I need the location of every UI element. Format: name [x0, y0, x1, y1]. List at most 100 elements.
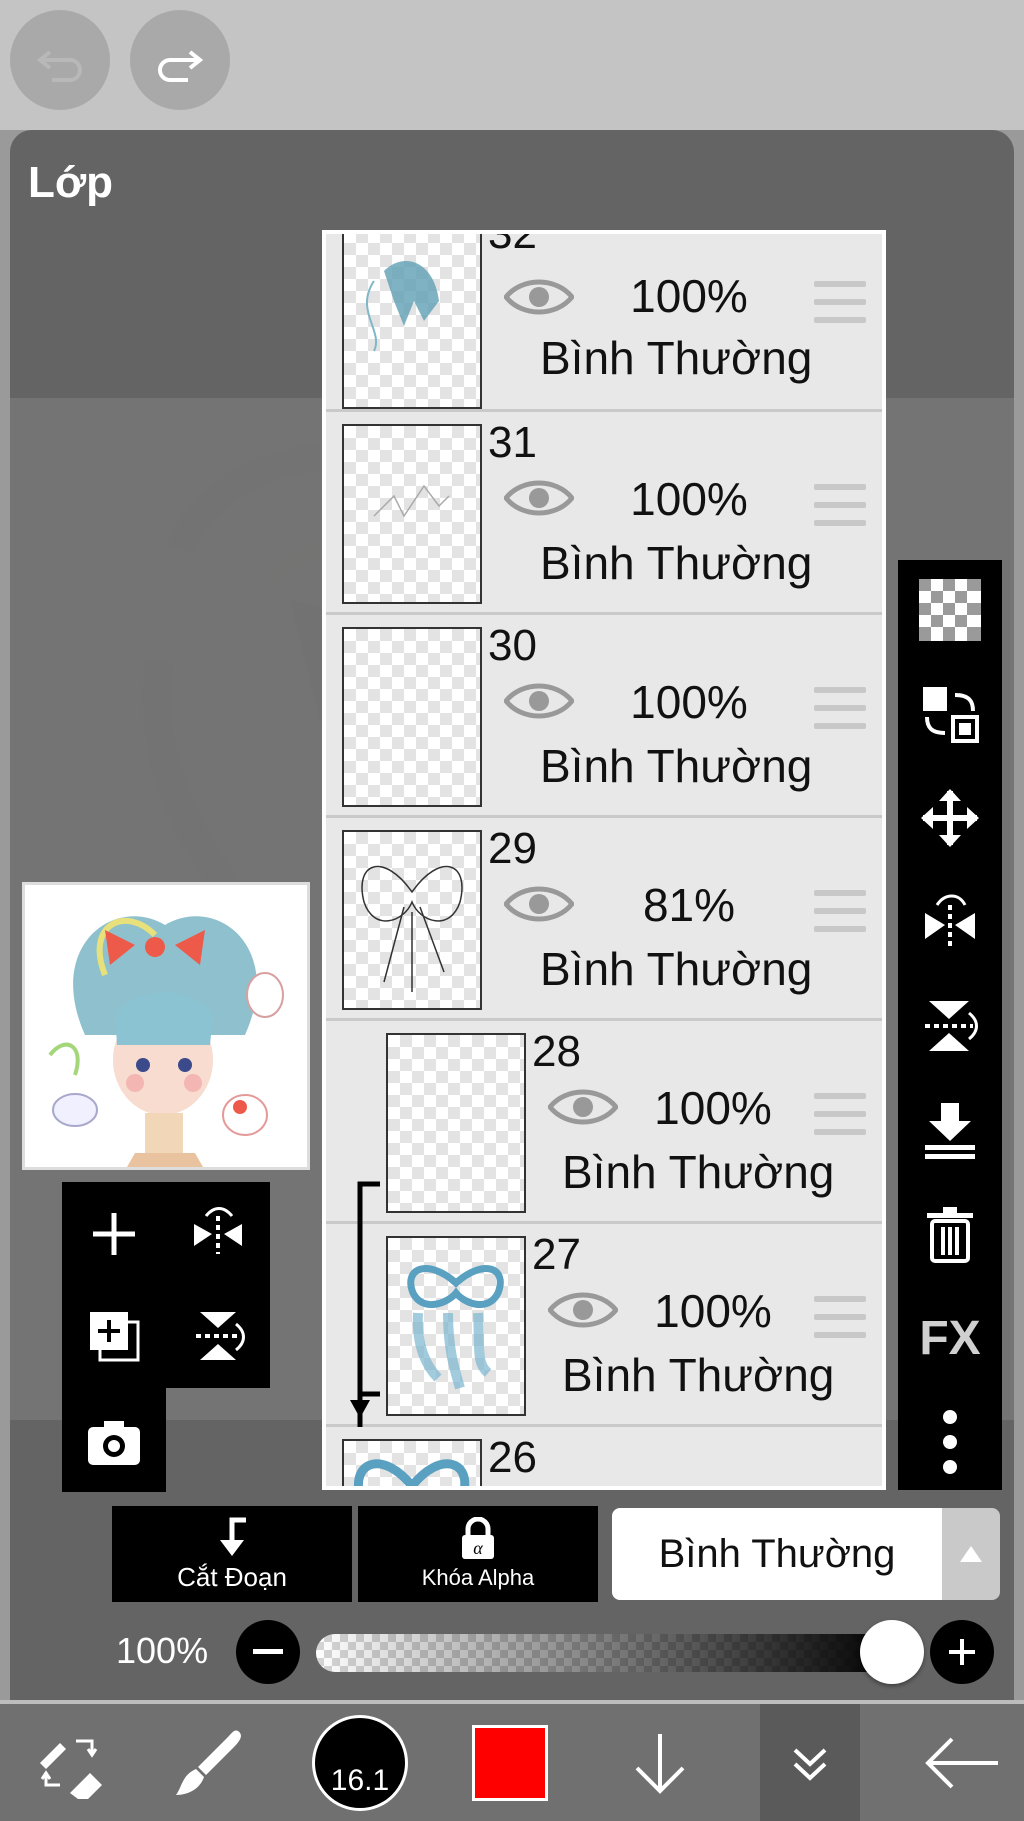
opacity-slider[interactable] [316, 1634, 892, 1672]
layer-blend-mode: Bình Thường [540, 740, 813, 792]
visibility-eye-icon[interactable] [504, 478, 574, 518]
layer-thumbnail [386, 1236, 526, 1416]
scroll-down-button[interactable] [600, 1704, 720, 1821]
clipping-button[interactable]: Cắt Đoạn [112, 1506, 352, 1602]
redo-button[interactable] [130, 10, 230, 110]
drag-handle-icon[interactable] [814, 484, 866, 526]
visibility-eye-icon[interactable] [548, 1087, 618, 1127]
brush-size-value: 16.1 [330, 1763, 390, 1797]
brush-icon [176, 1729, 241, 1795]
opacity-increase-button[interactable] [930, 1620, 994, 1684]
layer-blend-mode: Bình Thường [540, 332, 813, 384]
layer-number: 28 [532, 1027, 581, 1076]
more-options-button[interactable] [912, 1404, 988, 1480]
layer-row[interactable]: 31 100% Bình Thường [326, 412, 882, 615]
minus-icon [253, 1649, 283, 1654]
delete-layer-button[interactable] [912, 1196, 988, 1272]
visibility-eye-icon[interactable] [504, 277, 574, 317]
brush-size-indicator: 16.1 [312, 1714, 408, 1811]
swap-layer-button[interactable] [912, 676, 988, 752]
layer-list[interactable]: 32 100% Bình Thường 31 100% Bình Thường … [322, 230, 886, 1490]
swap-icon [923, 687, 979, 743]
plus-icon [949, 1639, 975, 1665]
camera-icon [88, 1421, 140, 1465]
merge-down-icon [925, 1103, 975, 1159]
drag-handle-icon[interactable] [814, 687, 866, 729]
visibility-eye-icon[interactable] [504, 884, 574, 924]
sketch-lines [373, 484, 450, 518]
layer-opacity: 100% [630, 270, 748, 322]
brush-eraser-switch-icon [40, 1739, 102, 1799]
fx-button[interactable]: FX [912, 1300, 988, 1376]
drag-handle-icon[interactable] [814, 1093, 866, 1135]
blue-bow-paint [353, 1459, 470, 1486]
opacity-label: 100% [116, 1630, 209, 1671]
blend-mode-dropdown-button[interactable] [942, 1508, 1000, 1600]
color-button[interactable] [450, 1704, 570, 1821]
layer-number: 26 [488, 1433, 537, 1482]
add-layer-button[interactable] [74, 1194, 154, 1274]
opacity-slider-knob[interactable] [860, 1620, 924, 1684]
layer-opacity: 81% [642, 879, 736, 931]
brush-tool-button[interactable] [150, 1704, 270, 1821]
clipping-label: Cắt Đoạn [177, 1561, 287, 1592]
layer-opacity: 100% [630, 676, 748, 728]
blend-mode-select[interactable]: Bình Thường [612, 1508, 942, 1600]
layer-number: 31 [488, 418, 537, 467]
redo-icon [158, 50, 204, 82]
layer-row[interactable]: 27 100% Bình Thường [326, 1224, 882, 1427]
drag-handle-icon[interactable] [814, 1296, 866, 1338]
flip-horizontal-button[interactable] [178, 1194, 258, 1274]
layer-thumbnail [342, 234, 482, 409]
layer-thumbnail [386, 1033, 526, 1213]
arrow-left-icon [925, 1737, 998, 1788]
layer-row[interactable]: 26 [326, 1427, 882, 1486]
camera-button[interactable] [74, 1402, 154, 1482]
checkerboard-icon [919, 579, 981, 641]
drag-handle-icon[interactable] [814, 890, 866, 932]
alpha-lock-label: Khóa Alpha [421, 1565, 535, 1590]
flip-vertical-button[interactable] [178, 1296, 258, 1376]
layer-number: 32 [488, 230, 537, 258]
trash-icon [927, 1207, 973, 1263]
canvas-preview[interactable] [22, 882, 310, 1170]
tool-switch-button[interactable] [10, 1704, 130, 1821]
visibility-eye-icon[interactable] [504, 681, 574, 721]
alpha-lock-button[interactable]: α Khóa Alpha [358, 1506, 598, 1602]
layer-thumbnail [342, 1439, 482, 1486]
layer-blend-mode: Bình Thường [540, 537, 813, 589]
opacity-decrease-button[interactable] [236, 1620, 300, 1684]
visibility-eye-icon[interactable] [548, 1290, 618, 1330]
hair-sketch [366, 261, 439, 352]
layer-thumbnail [342, 424, 482, 604]
flip-horizontal-layer-button[interactable] [912, 884, 988, 960]
flip-vertical-layer-button[interactable] [912, 988, 988, 1064]
layer-number: 29 [488, 824, 537, 873]
move-arrows-icon [921, 789, 979, 847]
back-button[interactable] [900, 1704, 1024, 1821]
undo-button[interactable] [10, 10, 110, 110]
brush-size-button[interactable]: 16.1 [300, 1704, 420, 1821]
undo-icon [36, 50, 82, 82]
drag-handle-icon[interactable] [814, 281, 866, 323]
layer-row[interactable]: 30 100% Bình Thường [326, 615, 882, 818]
bow-lineart [361, 865, 463, 992]
layer-blend-mode: Bình Thường [540, 943, 813, 995]
layer-thumbnail [342, 830, 482, 1010]
layer-blend-mode: Bình Thường [562, 1146, 835, 1198]
layer-opacity: 100% [654, 1082, 772, 1134]
flip-horizontal-icon [925, 894, 975, 947]
triangle-up-icon [960, 1546, 982, 1562]
layer-row[interactable]: 28 100% Bình Thường [326, 1021, 882, 1224]
flip-horizontal-icon [194, 1207, 242, 1254]
duplicate-layer-button[interactable] [74, 1296, 154, 1376]
layer-row[interactable]: 32 100% Bình Thường [326, 230, 882, 412]
layer-row[interactable]: 29 81% Bình Thường [326, 818, 882, 1021]
transparency-button[interactable] [912, 572, 988, 648]
layers-panel-button[interactable] [760, 1704, 860, 1821]
merge-down-button[interactable] [912, 1092, 988, 1168]
lock-icon: α [462, 1517, 494, 1559]
move-button[interactable] [912, 780, 988, 856]
arrow-down-icon [635, 1733, 685, 1794]
blue-bow-paint [407, 1265, 504, 1390]
